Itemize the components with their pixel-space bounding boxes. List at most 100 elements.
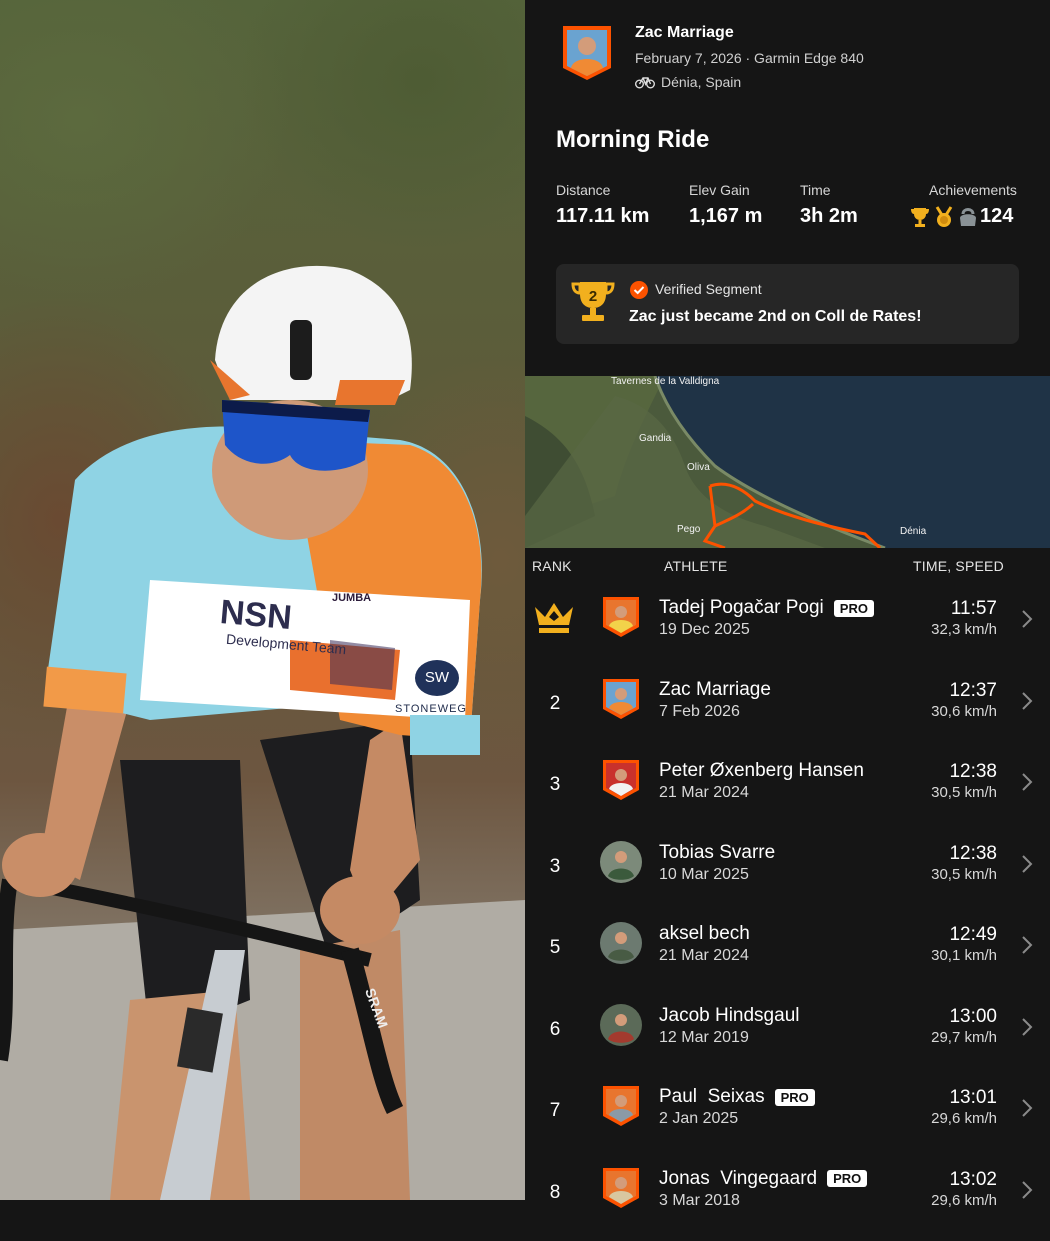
verified-segment-label: Verified Segment bbox=[655, 281, 762, 297]
map-label-gandia: Gandia bbox=[639, 433, 672, 444]
effort-speed: 29,6 km/h bbox=[931, 1191, 997, 1209]
trophy-icon: 2 bbox=[570, 278, 616, 324]
achievement-icons[interactable] bbox=[909, 206, 979, 228]
athlete-avatar[interactable] bbox=[599, 840, 643, 884]
chevron-right-icon[interactable] bbox=[1021, 854, 1033, 874]
athlete-name-text: Jacob Hindsgaul bbox=[659, 1004, 800, 1026]
athlete-name[interactable]: Tobias Svarre bbox=[659, 842, 775, 864]
effort-speed: 30,5 km/h bbox=[931, 784, 997, 801]
verified-check-icon bbox=[629, 280, 649, 300]
rank-number: 5 bbox=[549, 937, 561, 958]
rank-number: 7 bbox=[549, 1100, 561, 1121]
leaderboard-row[interactable]: 6 Jacob Hindsgaul 12 Mar 2019 13:00 29,7 km/… bbox=[525, 997, 1050, 1078]
athlete-avatar[interactable] bbox=[599, 1084, 643, 1128]
kettlebell-icon bbox=[957, 206, 979, 228]
chevron-right-icon[interactable] bbox=[1021, 1017, 1033, 1037]
cyclist-photo: NSN Development Team SW STONEWEG JUMBA S… bbox=[0, 0, 525, 1200]
route-map-image bbox=[525, 376, 1050, 548]
activity-title: Morning Ride bbox=[556, 126, 710, 153]
rank-number: 8 bbox=[549, 1181, 561, 1203]
effort-time: 12:49 bbox=[949, 924, 997, 945]
stat-label-achievements: Achievements bbox=[929, 182, 1017, 198]
effort-date: 3 Mar 2018 bbox=[659, 1191, 740, 1209]
effort-speed: 32,3 km/h bbox=[931, 621, 997, 638]
athlete-name-text: Zac Marriage bbox=[659, 678, 771, 700]
verified-segment-card[interactable]: 2 Verified Segment Zac just became 2nd o… bbox=[556, 264, 1019, 344]
athlete-name-text: Peter Øxenberg Hansen bbox=[659, 760, 864, 781]
athlete-avatar[interactable] bbox=[599, 921, 643, 965]
effort-time: 11:57 bbox=[950, 598, 997, 619]
chevron-right-icon[interactable] bbox=[1021, 691, 1033, 711]
column-header-time-speed: TIME, SPEED bbox=[913, 558, 1004, 574]
stat-label-elev-gain: Elev Gain bbox=[689, 182, 750, 198]
jersey-text-jumba: JUMBA bbox=[332, 592, 372, 604]
activity-panel: Zac Marriage February 7, 2026 · Garmin E… bbox=[525, 0, 1050, 1209]
athlete-name[interactable]: Paul Seixas PRO bbox=[659, 1086, 815, 1108]
map-label-tavernes: Tavernes de la Valldigna bbox=[611, 376, 720, 387]
stat-label-distance: Distance bbox=[556, 182, 611, 198]
location-text: Dénia, Spain bbox=[661, 74, 742, 90]
effort-date: 2 Jan 2025 bbox=[659, 1110, 739, 1127]
athlete-avatar[interactable] bbox=[599, 1003, 643, 1047]
athlete-avatar[interactable] bbox=[599, 1166, 643, 1210]
effort-time: 12:37 bbox=[949, 679, 997, 701]
achievements-count: 124 bbox=[980, 205, 1014, 227]
athlete-name[interactable]: aksel bech bbox=[659, 923, 750, 945]
effort-speed: 30,1 km/h bbox=[931, 947, 997, 964]
leaderboard-row[interactable]: 7 Paul Seixas PRO 2 Jan 2025 13:01 29,6 km/h bbox=[525, 1078, 1050, 1159]
column-header-athlete: ATHLETE bbox=[664, 558, 728, 574]
chevron-right-icon[interactable] bbox=[1021, 1180, 1033, 1200]
crown-icon bbox=[531, 599, 577, 635]
athlete-name[interactable]: Peter Øxenberg Hansen bbox=[659, 760, 864, 782]
pro-badge: PRO bbox=[833, 599, 874, 617]
map-label-oliva: Oliva bbox=[687, 462, 710, 473]
effort-time: 13:01 bbox=[949, 1087, 997, 1108]
leaderboard-row[interactable]: 3 Tobias Svarre 10 Mar 2025 12:38 30,5 km/h bbox=[525, 834, 1050, 915]
athlete-name-text: Tobias Svarre bbox=[659, 841, 776, 863]
rank-number: 2 bbox=[549, 692, 561, 714]
effort-date: 21 Mar 2024 bbox=[659, 947, 749, 964]
rank-number: 6 bbox=[549, 1018, 561, 1040]
chevron-right-icon[interactable] bbox=[1021, 1098, 1033, 1118]
leaderboard-row[interactable]: 5 aksel bech 21 Mar 2024 12:49 30,1 km/h bbox=[525, 915, 1050, 996]
stat-label-time: Time bbox=[800, 182, 831, 198]
athlete-name-text: Jonas Vingegaard bbox=[659, 1167, 818, 1189]
chevron-right-icon[interactable] bbox=[1021, 935, 1033, 955]
stat-value-elev-gain: 1,167 m bbox=[689, 205, 763, 227]
athlete-name[interactable]: Jonas Vingegaard PRO bbox=[659, 1167, 868, 1190]
effort-speed: 30,5 km/h bbox=[931, 865, 997, 883]
activity-meta: February 7, 2026 · Garmin Edge 840 bbox=[635, 50, 864, 66]
leaderboard-row[interactable]: 2 Zac Marriage 7 Feb 2026 12:37 30,6 km/h bbox=[525, 671, 1050, 752]
leaderboard-row[interactable]: Tadej Pogačar Pogi PRO 19 Dec 2025 11:57 32,… bbox=[525, 589, 1050, 670]
effort-speed: 30,6 km/h bbox=[931, 702, 997, 720]
effort-date: 12 Mar 2019 bbox=[659, 1028, 749, 1046]
leaderboard-row[interactable]: 3 Peter Øxenberg Hansen 21 Mar 2024 12:38 30… bbox=[525, 752, 1050, 833]
athlete-avatar[interactable] bbox=[599, 758, 643, 802]
route-map[interactable]: Tavernes de la Valldigna Gandia Oliva Pe… bbox=[525, 376, 1050, 548]
effort-time: 13:00 bbox=[949, 1005, 997, 1027]
chevron-right-icon[interactable] bbox=[1021, 772, 1033, 792]
athlete-name-text: Paul Seixas bbox=[659, 1086, 765, 1107]
athlete-avatar[interactable] bbox=[599, 677, 643, 721]
athlete-name[interactable]: Tadej Pogačar Pogi PRO bbox=[659, 597, 874, 619]
pro-badge: PRO bbox=[774, 1088, 815, 1106]
athlete-name[interactable]: Jacob Hindsgaul bbox=[659, 1005, 799, 1027]
stat-value-time: 3h 2m bbox=[800, 205, 858, 227]
leaderboard-row[interactable]: 8 Jonas Vingegaard PRO 3 Mar 2018 13:02 29,6 … bbox=[525, 1160, 1050, 1241]
effort-speed: 29,6 km/h bbox=[931, 1110, 997, 1127]
athlete-name-text: Tadej Pogačar Pogi bbox=[659, 597, 824, 618]
athlete-name[interactable]: Zac Marriage bbox=[659, 679, 771, 701]
map-label-pego: Pego bbox=[677, 524, 701, 535]
athlete-avatar[interactable] bbox=[561, 24, 613, 82]
athlete-name[interactable]: Zac Marriage bbox=[635, 24, 734, 42]
effort-date: 7 Feb 2026 bbox=[659, 702, 740, 720]
stat-value-distance: 117.11 km bbox=[556, 205, 650, 227]
effort-date: 10 Mar 2025 bbox=[659, 865, 749, 883]
map-label-denia: Dénia bbox=[900, 526, 927, 537]
effort-time: 12:38 bbox=[949, 842, 997, 864]
column-header-rank: RANK bbox=[532, 558, 572, 574]
effort-speed: 29,7 km/h bbox=[931, 1028, 997, 1046]
chevron-right-icon[interactable] bbox=[1021, 609, 1033, 629]
pro-badge: PRO bbox=[827, 1170, 868, 1187]
athlete-avatar[interactable] bbox=[599, 595, 643, 639]
